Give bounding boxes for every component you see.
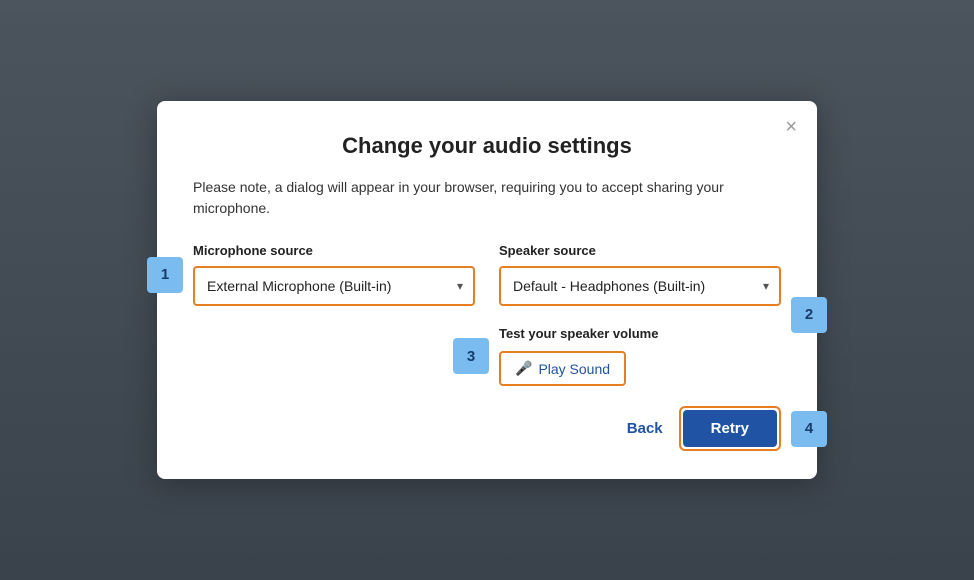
badge-3: 3: [453, 338, 489, 374]
footer: 4 Back Retry: [193, 406, 781, 451]
play-sound-button[interactable]: 🎤 Play Sound: [499, 351, 626, 386]
back-button[interactable]: Back: [627, 420, 663, 437]
speaker-label: Speaker source: [499, 243, 781, 258]
close-button[interactable]: ×: [785, 117, 797, 137]
microphone-icon: 🎤: [515, 360, 532, 377]
microphone-select[interactable]: External Microphone (Built-in)Default Mi…: [195, 268, 473, 304]
speaker-test-section: 3 Test your speaker volume 🎤 Play Sound: [499, 326, 781, 386]
badge-4: 4: [791, 411, 827, 447]
microphone-label: Microphone source: [193, 243, 475, 258]
retry-button-wrapper: Retry: [679, 406, 781, 451]
audio-row: 1 Microphone source External Microphone …: [193, 243, 781, 386]
speaker-test-label: Test your speaker volume: [499, 326, 781, 341]
play-sound-label: Play Sound: [538, 361, 610, 377]
microphone-column: 1 Microphone source External Microphone …: [193, 243, 475, 306]
speaker-column: 2 Speaker source Default - Headphones (B…: [499, 243, 781, 386]
audio-settings-modal: Change your audio settings × Please note…: [157, 101, 817, 479]
modal-notice: Please note, a dialog will appear in you…: [193, 177, 781, 219]
retry-button[interactable]: Retry: [683, 410, 777, 447]
badge-2: 2: [791, 297, 827, 333]
microphone-select-wrapper: External Microphone (Built-in)Default Mi…: [193, 266, 475, 306]
modal-title: Change your audio settings: [193, 133, 781, 159]
speaker-select[interactable]: Default - Headphones (Built-in)Built-in …: [501, 268, 779, 304]
badge-1: 1: [147, 257, 183, 293]
speaker-source-section: Speaker source Default - Headphones (Bui…: [499, 243, 781, 306]
speaker-select-wrapper: Default - Headphones (Built-in)Built-in …: [499, 266, 781, 306]
